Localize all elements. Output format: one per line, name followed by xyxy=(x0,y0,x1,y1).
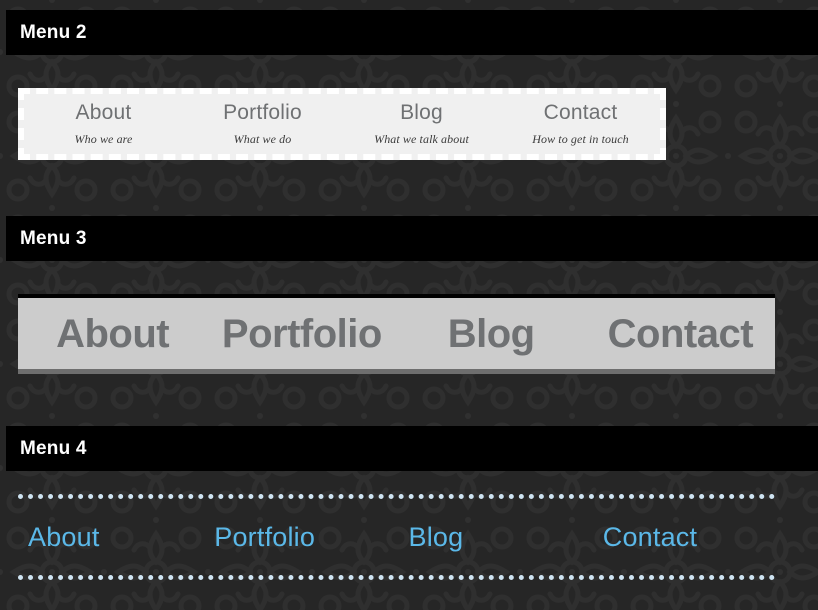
menu3-item-blog[interactable]: Blog xyxy=(397,314,586,354)
section-header-menu4: Menu 4 xyxy=(6,426,818,471)
menu2-item-blog-label: Blog xyxy=(400,101,443,124)
menu3-item-contact[interactable]: Contact xyxy=(586,314,775,354)
section-header-menu3: Menu 3 xyxy=(6,216,818,261)
menu4-item-contact[interactable]: Contact xyxy=(581,523,775,551)
menu4-item-about[interactable]: About xyxy=(18,523,200,551)
menu3-item-portfolio[interactable]: Portfolio xyxy=(207,314,396,354)
menu2-item-about-sublabel: Who we are xyxy=(74,132,133,147)
menu2-item-portfolio[interactable]: Portfolio What we do xyxy=(183,94,342,147)
menu3-navigation: About Portfolio Blog Contact xyxy=(18,294,775,374)
menu2-navigation: About Who we are Portfolio What we do Bl… xyxy=(18,88,666,160)
menu4-item-blog[interactable]: Blog xyxy=(387,523,581,551)
section-header-menu2: Menu 2 xyxy=(6,10,818,55)
page-title-menu3: Menu 3 xyxy=(20,228,87,249)
menu2-item-about-label: About xyxy=(75,101,132,124)
menu2-item-contact-sublabel: How to get in touch xyxy=(532,132,629,147)
page-title-menu2: Menu 2 xyxy=(20,22,87,43)
menu2-item-portfolio-label: Portfolio xyxy=(223,101,302,124)
menu4-item-portfolio[interactable]: Portfolio xyxy=(200,523,386,551)
page-root: Menu 2 About Who we are Portfolio What w… xyxy=(0,0,818,610)
menu3-item-about[interactable]: About xyxy=(18,314,207,354)
menu4-navigation: About Portfolio Blog Contact xyxy=(18,494,775,580)
menu2-item-contact[interactable]: Contact How to get in touch xyxy=(501,94,660,147)
menu2-item-contact-label: Contact xyxy=(543,101,618,124)
menu2-item-about[interactable]: About Who we are xyxy=(24,94,183,147)
page-title-menu4: Menu 4 xyxy=(20,438,87,459)
menu2-item-portfolio-sublabel: What we do xyxy=(233,132,292,147)
menu2-item-blog-sublabel: What we talk about xyxy=(374,132,469,147)
menu2-item-blog[interactable]: Blog What we talk about xyxy=(342,94,501,147)
